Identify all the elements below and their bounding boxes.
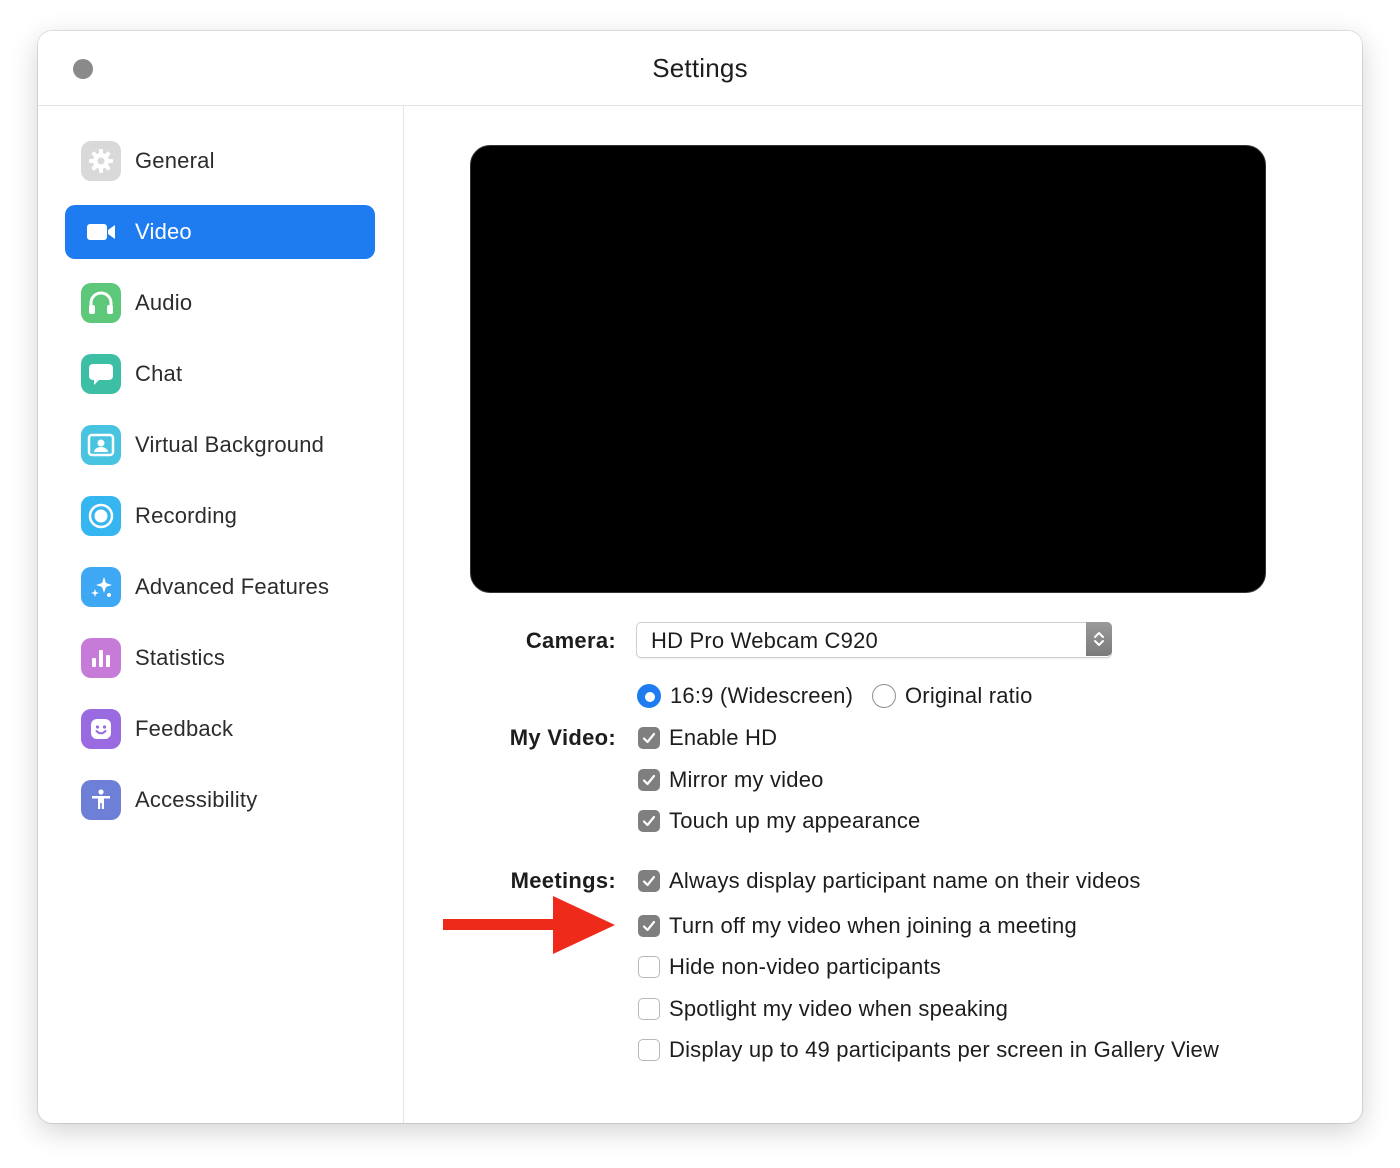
camera-select-value: HD Pro Webcam C920: [651, 628, 878, 653]
checkbox-box[interactable]: [638, 956, 660, 978]
sidebar-item-label: Statistics: [135, 645, 226, 670]
camera-select[interactable]: HD Pro Webcam C920: [636, 622, 1112, 658]
sidebar: General Video Audio Chat Virtual Backgro…: [38, 106, 404, 1123]
checkbox-box[interactable]: [638, 727, 660, 749]
checkbox-box[interactable]: [638, 769, 660, 791]
checkbox-label: Mirror my video: [669, 767, 824, 792]
checkbox-touch-up[interactable]: Touch up my appearance: [638, 806, 920, 836]
red-arrow-icon: [443, 896, 615, 954]
checkbox-turn-off-video[interactable]: Turn off my video when joining a meeting: [638, 911, 1077, 941]
sidebar-item-label: Virtual Background: [135, 432, 325, 457]
sidebar-item-label: Accessibility: [135, 787, 258, 812]
ratio-original-option[interactable]: Original ratio: [872, 681, 1033, 711]
sidebar-item-feedback[interactable]: Feedback: [65, 702, 375, 756]
sidebar-item-label: Advanced Features: [135, 574, 330, 599]
window-title: Settings: [652, 53, 748, 83]
sidebar-item-video[interactable]: Video: [65, 205, 375, 259]
sidebar-item-label: General: [135, 148, 215, 173]
checkbox-gallery-49[interactable]: Display up to 49 participants per screen…: [638, 1035, 1219, 1065]
checkbox-always-display-name[interactable]: Always display participant name on their…: [638, 866, 1141, 896]
settings-window: Settings General Video Audio Chat Virtua…: [38, 31, 1362, 1123]
checkbox-box[interactable]: [638, 810, 660, 832]
sidebar-item-label: Recording: [135, 503, 238, 528]
radio-label: 16:9 (Widescreen): [670, 683, 854, 708]
checkbox-enable-hd[interactable]: Enable HD: [638, 723, 777, 753]
accessibility-person-icon: [81, 780, 121, 820]
sidebar-item-virtual-background[interactable]: Virtual Background: [65, 418, 375, 472]
checkbox-label: Always display participant name on their…: [669, 868, 1141, 893]
checkbox-label: Display up to 49 participants per screen…: [669, 1037, 1220, 1062]
sidebar-item-accessibility[interactable]: Accessibility: [65, 773, 375, 827]
ratio-widescreen-option[interactable]: 16:9 (Widescreen): [637, 681, 853, 711]
sidebar-item-advanced-features[interactable]: Advanced Features: [65, 560, 375, 614]
checkbox-hide-non-video[interactable]: Hide non-video participants: [638, 952, 941, 982]
smiley-icon: [81, 709, 121, 749]
sidebar-item-audio[interactable]: Audio: [65, 276, 375, 330]
my-video-label: My Video:: [509, 725, 616, 750]
record-icon: [81, 496, 121, 536]
sidebar-item-statistics[interactable]: Statistics: [65, 631, 375, 685]
title-bar: Settings: [38, 31, 1362, 106]
sidebar-item-label: Video: [135, 219, 192, 244]
checkbox-spotlight[interactable]: Spotlight my video when speaking: [638, 994, 1008, 1024]
checkbox-box[interactable]: [638, 998, 660, 1020]
video-preview: [470, 145, 1266, 593]
person-portrait-icon: [81, 425, 121, 465]
sparkles-icon: [81, 567, 121, 607]
checkbox-label: Touch up my appearance: [669, 808, 921, 833]
camera-label: Camera:: [525, 628, 616, 653]
sidebar-item-recording[interactable]: Recording: [65, 489, 375, 543]
checkbox-box[interactable]: [638, 915, 660, 937]
checkbox-box[interactable]: [638, 870, 660, 892]
sidebar-item-chat[interactable]: Chat: [65, 347, 375, 401]
chevron-up-down-icon[interactable]: [1086, 622, 1112, 656]
checkbox-label: Spotlight my video when speaking: [669, 996, 1009, 1021]
sidebar-item-label: Chat: [135, 361, 183, 386]
sidebar-item-label: Audio: [135, 290, 193, 315]
bar-chart-icon: [81, 638, 121, 678]
gear-icon: [81, 141, 121, 181]
sidebar-item-general[interactable]: General: [65, 134, 375, 188]
checkbox-box[interactable]: [638, 1039, 660, 1061]
checkbox-label: Turn off my video when joining a meeting: [669, 913, 1077, 938]
checkbox-label: Hide non-video participants: [669, 954, 941, 979]
meetings-label: Meetings:: [510, 868, 616, 893]
checkbox-label: Enable HD: [669, 725, 778, 750]
radio-widescreen[interactable]: [637, 684, 661, 708]
video-camera-icon: [81, 212, 121, 252]
chat-bubble-icon: [81, 354, 121, 394]
headphones-icon: [81, 283, 121, 323]
checkbox-mirror-video[interactable]: Mirror my video: [638, 765, 824, 795]
radio-label: Original ratio: [905, 683, 1033, 708]
sidebar-item-label: Feedback: [135, 716, 234, 741]
radio-original-ratio[interactable]: [872, 684, 896, 708]
